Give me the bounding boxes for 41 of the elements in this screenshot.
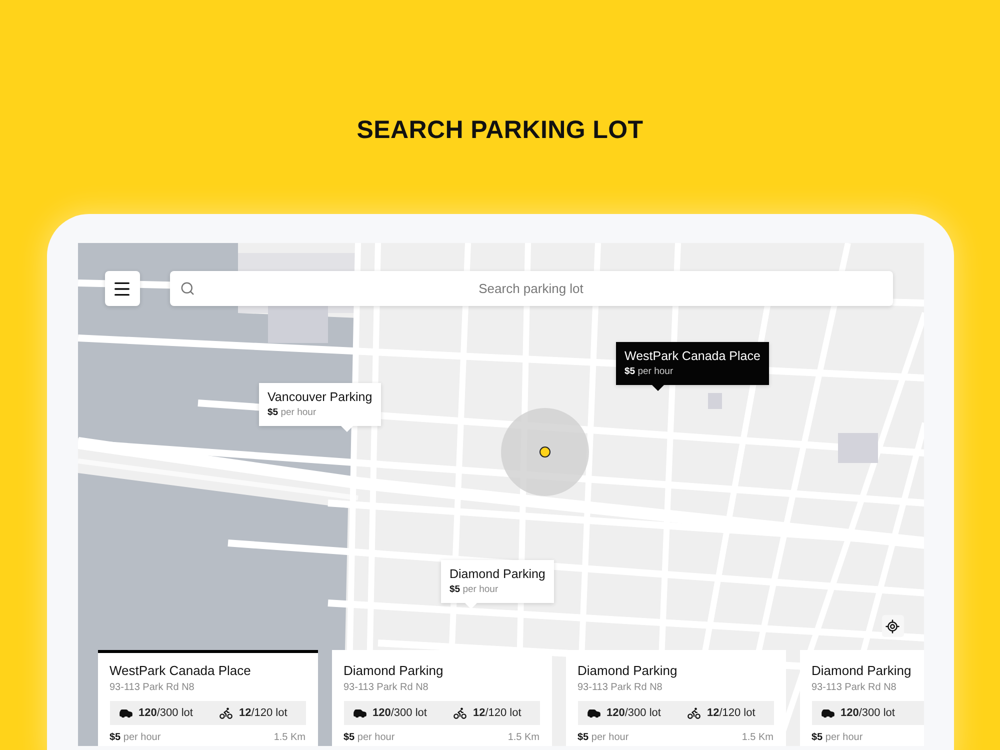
parking-card[interactable]: Diamond Parking 93-113 Park Rd N8 120/300 lot 12/120 lot $5 per hour 1.5 Km	[566, 650, 786, 746]
price-text: $5 per hour	[344, 732, 395, 743]
parking-name: WestPark Canada Place	[624, 349, 760, 363]
price-text: $5 per hour	[450, 584, 500, 595]
bike-spaces-text: 12/120 lot	[238, 707, 288, 719]
distance-text: 1.5 Km	[742, 732, 774, 743]
car-spaces-text: 120/300 lot	[138, 707, 193, 719]
parking-address: 93-113 Park Rd N8	[812, 682, 898, 693]
parking-card[interactable]: WestPark Canada Place 93-113 Park Rd N8 120/300 lot 12/120 lot $5 per hour 1.5 Km	[98, 650, 318, 746]
price-text: $5 per hour	[578, 732, 629, 743]
locate-icon	[885, 618, 900, 634]
price-text: $5 per hour	[624, 366, 674, 377]
parking-name: Diamond Parking	[812, 663, 912, 678]
bike-spaces-text: 12/120 lot	[706, 707, 756, 719]
locate-button[interactable]	[882, 615, 904, 637]
price-text: $5 per hour	[268, 407, 318, 418]
bike-spaces-text: 12/120 lot	[472, 707, 522, 719]
parking-address: 93-113 Park Rd N8	[110, 682, 196, 693]
price-text: $5 per hour	[812, 732, 863, 743]
page-heading: SEARCH PARKING LOT	[356, 116, 644, 145]
motorbike-icon	[218, 706, 233, 720]
parking-name: Vancouver Parking	[268, 390, 372, 404]
search-field[interactable]: Search parking lot	[170, 271, 892, 306]
parking-address: 93-113 Park Rd N8	[344, 682, 430, 693]
price-text: $5 per hour	[110, 732, 161, 743]
car-spaces-text: 120/300 lot	[840, 707, 895, 719]
parking-card[interactable]: Diamond Parking 93-113 Park Rd N8 120/300 lot 12/120 lot $5 per hour 1.5 Km	[332, 650, 552, 746]
car-spaces-text: 120/300 lot	[606, 707, 661, 719]
parking-card[interactable]: Diamond Parking 93-113 Park Rd N8 120/300 lot $5 per hour	[800, 650, 924, 746]
parking-name: WestPark Canada Place	[110, 663, 252, 678]
motorbike-icon	[452, 706, 467, 720]
distance-text: 1.5 Km	[274, 732, 306, 743]
car-spaces-text: 120/300 lot	[372, 707, 427, 719]
parking-address: 93-113 Park Rd N8	[578, 682, 664, 693]
menu-button[interactable]	[104, 271, 140, 306]
distance-text: 1.5 Km	[508, 732, 540, 743]
motorbike-icon	[686, 706, 701, 720]
parking-name: Diamond Parking	[344, 663, 444, 678]
search-icon	[180, 281, 194, 296]
parking-name: Diamond Parking	[578, 663, 678, 678]
parking-name: Diamond Parking	[450, 567, 546, 581]
